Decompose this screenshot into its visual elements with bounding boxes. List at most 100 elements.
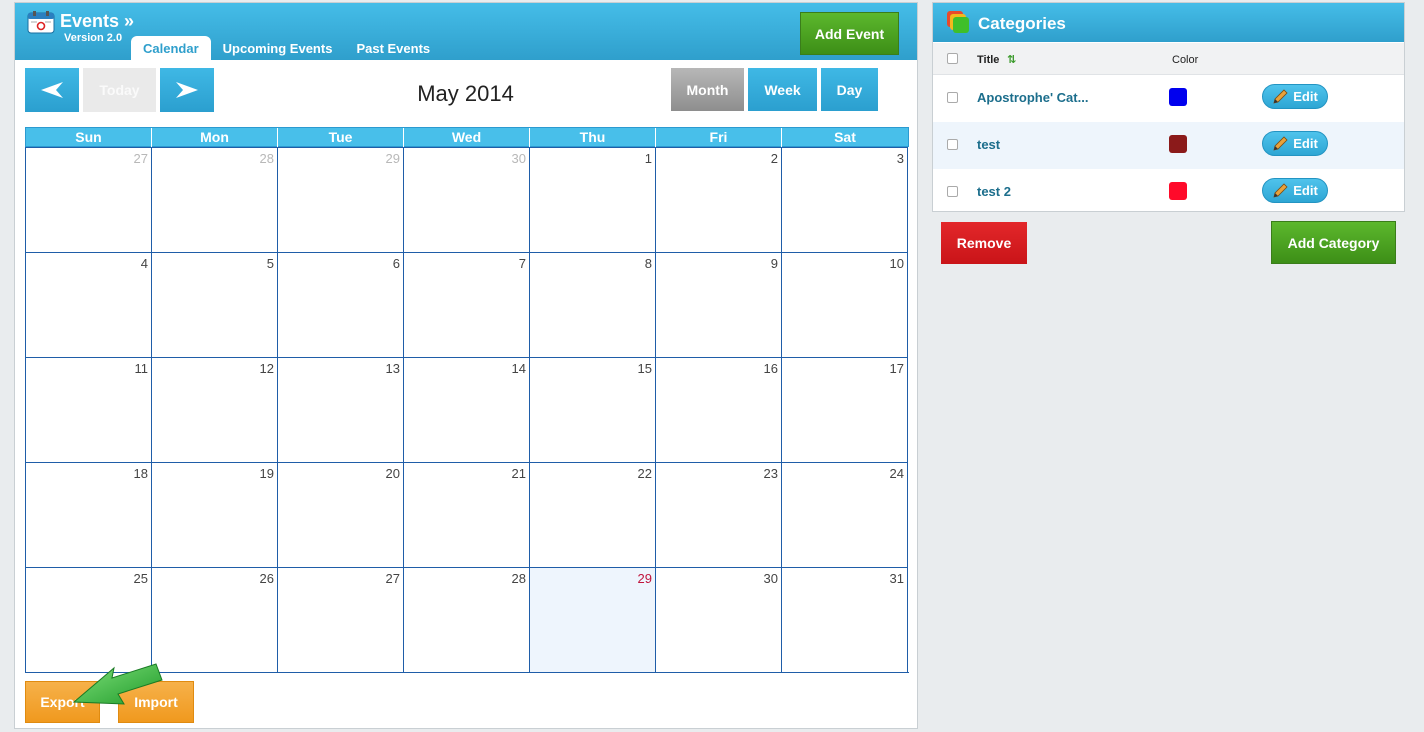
day-cell[interactable]: 28 <box>152 147 278 252</box>
day-cell[interactable]: 2 <box>656 147 782 252</box>
day-cell[interactable]: 23 <box>656 462 782 567</box>
day-cell[interactable]: 9 <box>656 252 782 357</box>
day-cell[interactable]: 18 <box>26 462 152 567</box>
day-number: 17 <box>889 361 904 376</box>
weekday-thu: Thu <box>530 128 656 147</box>
day-number: 21 <box>511 466 526 481</box>
day-number: 30 <box>511 151 526 166</box>
day-cell[interactable]: 16 <box>656 357 782 462</box>
day-cell[interactable]: 13 <box>278 357 404 462</box>
edit-label: Edit <box>1293 183 1318 198</box>
right-arrow-icon <box>176 82 198 98</box>
tab-past-events[interactable]: Past Events <box>344 36 442 60</box>
category-title[interactable]: test <box>977 137 1000 152</box>
day-number: 1 <box>644 151 652 166</box>
column-title[interactable]: Title <box>977 54 999 66</box>
select-all-checkbox[interactable] <box>947 53 958 64</box>
week-view-button[interactable]: Week <box>748 68 817 111</box>
day-number: 24 <box>889 466 904 481</box>
day-view-button[interactable]: Day <box>821 68 878 111</box>
day-number: 6 <box>392 256 400 271</box>
day-cell[interactable]: 24 <box>782 462 908 567</box>
category-title[interactable]: test 2 <box>977 184 1011 199</box>
day-number: 29 <box>385 151 400 166</box>
add-event-button[interactable]: Add Event <box>800 12 899 55</box>
day-cell[interactable]: 10 <box>782 252 908 357</box>
day-cell[interactable]: 19 <box>152 462 278 567</box>
day-number: 27 <box>133 151 148 166</box>
day-cell[interactable]: 27 <box>26 147 152 252</box>
month-title: May 2014 <box>417 81 514 106</box>
row-checkbox[interactable] <box>947 139 958 150</box>
day-number: 12 <box>259 361 274 376</box>
day-cell[interactable]: 22 <box>530 462 656 567</box>
month-view-button[interactable]: Month <box>671 68 744 111</box>
edit-button[interactable]: Edit <box>1262 178 1328 203</box>
day-cell[interactable]: 6 <box>278 252 404 357</box>
day-cell[interactable]: 15 <box>530 357 656 462</box>
remove-category-button[interactable]: Remove <box>941 222 1027 264</box>
category-title[interactable]: Apostrophe' Cat... <box>977 90 1088 105</box>
tab-upcoming-events[interactable]: Upcoming Events <box>211 36 345 60</box>
calendar-app-icon <box>27 11 55 34</box>
day-number: 14 <box>511 361 526 376</box>
calendar-days: 27 28 29 30 1 2 3 4 5 6 7 8 9 10 11 12 1… <box>25 147 909 673</box>
row-checkbox[interactable] <box>947 92 958 103</box>
day-cell[interactable]: 21 <box>404 462 530 567</box>
day-number: 22 <box>637 466 652 481</box>
day-number: 27 <box>385 571 400 586</box>
day-cell[interactable]: 3 <box>782 147 908 252</box>
day-number: 13 <box>385 361 400 376</box>
today-button[interactable]: Today <box>83 68 156 112</box>
day-cell[interactable]: 25 <box>26 567 152 672</box>
prev-month-button[interactable] <box>25 68 79 112</box>
edit-button[interactable]: Edit <box>1262 84 1328 109</box>
day-cell[interactable]: 30 <box>656 567 782 672</box>
day-cell[interactable]: 28 <box>404 567 530 672</box>
day-cell[interactable]: 17 <box>782 357 908 462</box>
day-cell[interactable]: 14 <box>404 357 530 462</box>
pencil-icon <box>1273 182 1288 198</box>
day-cell[interactable]: 26 <box>152 567 278 672</box>
day-cell[interactable]: 31 <box>782 567 908 672</box>
day-cell-today[interactable]: 29 <box>530 567 656 672</box>
day-cell[interactable]: 7 <box>404 252 530 357</box>
events-header: Events » Version 2.0 Calendar Upcoming E… <box>15 3 917 60</box>
sort-icon[interactable]: ⇅ <box>1007 53 1016 66</box>
next-month-button[interactable] <box>160 68 214 112</box>
day-number: 15 <box>637 361 652 376</box>
category-row: Apostrophe' Cat... Edit <box>933 75 1404 122</box>
edit-label: Edit <box>1293 136 1318 151</box>
categories-table-header: Title ⇅ Color <box>933 43 1404 75</box>
month-calendar: Sun Mon Tue Wed Thu Fri Sat 27 28 29 30 … <box>25 127 909 673</box>
weekday-header: Sun Mon Tue Wed Thu Fri Sat <box>25 127 909 147</box>
day-cell[interactable]: 11 <box>26 357 152 462</box>
pencil-icon <box>1273 135 1288 151</box>
row-checkbox[interactable] <box>947 186 958 197</box>
events-panel: Events » Version 2.0 Calendar Upcoming E… <box>14 2 918 729</box>
day-cell[interactable]: 4 <box>26 252 152 357</box>
color-swatch <box>1169 182 1187 200</box>
day-cell[interactable]: 20 <box>278 462 404 567</box>
day-cell[interactable]: 30 <box>404 147 530 252</box>
color-swatch <box>1169 88 1187 106</box>
pencil-icon <box>1273 88 1288 104</box>
day-number: 29 <box>637 571 652 586</box>
app-title: Events » <box>60 11 135 31</box>
day-number: 11 <box>134 361 149 376</box>
view-tabs: Calendar Upcoming Events Past Events <box>131 36 442 60</box>
day-number: 16 <box>763 361 778 376</box>
day-number: 23 <box>763 466 778 481</box>
day-number: 5 <box>266 256 274 271</box>
day-cell[interactable]: 1 <box>530 147 656 252</box>
tab-calendar[interactable]: Calendar <box>131 36 211 60</box>
add-category-button[interactable]: Add Category <box>1271 221 1396 264</box>
day-cell[interactable]: 12 <box>152 357 278 462</box>
edit-button[interactable]: Edit <box>1262 131 1328 156</box>
day-cell[interactable]: 5 <box>152 252 278 357</box>
day-cell[interactable]: 27 <box>278 567 404 672</box>
weekday-tue: Tue <box>278 128 404 147</box>
day-cell[interactable]: 29 <box>278 147 404 252</box>
day-cell[interactable]: 8 <box>530 252 656 357</box>
weekday-sun: Sun <box>26 128 152 147</box>
